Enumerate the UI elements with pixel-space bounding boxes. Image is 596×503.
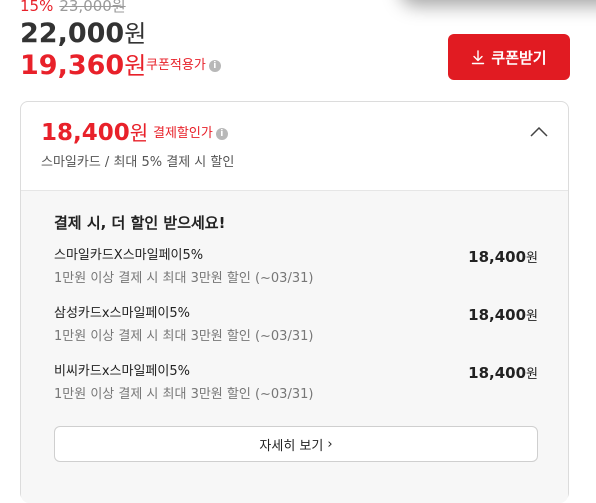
info-icon[interactable]: i [215, 127, 228, 140]
offer-unit: 원 [526, 367, 538, 382]
coupon-price-label: 쿠폰적용가 [146, 58, 206, 73]
discount-row: 15% 23,000원 [20, 0, 126, 16]
payment-discount-card: 18,400원 결제할인가 i 스마일카드 / 최대 5% 결제 시 할인 결제 … [20, 101, 569, 503]
payment-discount-header[interactable]: 18,400원 결제할인가 i 스마일카드 / 최대 5% 결제 시 할인 [21, 102, 568, 190]
coupon-price-label-group: 쿠폰적용가 i [146, 57, 221, 75]
coupon-download-button[interactable]: 쿠폰받기 [448, 34, 570, 80]
coupon-price-amount: 19,360 [20, 50, 125, 81]
payment-discount-subtitle: 스마일카드 / 최대 5% 결제 시 할인 [41, 155, 235, 170]
payment-discount-price: 18,400원 [41, 118, 148, 148]
offer-amount: 18,400 [468, 248, 527, 266]
coupon-price: 19,360원 [20, 49, 146, 83]
see-more-button[interactable]: 자세히 보기 › [54, 426, 538, 462]
payment-discount-amount: 18,400 [41, 120, 130, 146]
offer-amount: 18,400 [468, 364, 527, 382]
chevron-right-icon: › [327, 436, 333, 452]
sale-price: 22,000원 [20, 17, 146, 51]
see-more-label: 자세히 보기 [259, 438, 324, 454]
offer-item: 비씨카드x스마일페이5% 1만원 이상 결제 시 최대 3만원 할인 (~03/… [54, 363, 538, 407]
offer-condition: 1만원 이상 결제 시 최대 3만원 할인 (~03/31) [54, 271, 314, 286]
offer-item: 스마일카드X스마일페이5% 1만원 이상 결제 시 최대 3만원 할인 (~03… [54, 247, 538, 291]
offer-price: 18,400원 [468, 363, 538, 385]
offer-price: 18,400원 [468, 305, 538, 327]
sale-price-amount: 22,000 [20, 18, 125, 49]
offer-unit: 원 [526, 309, 538, 324]
payment-discount-label: 결제할인가 [153, 126, 213, 141]
offer-amount: 18,400 [468, 306, 527, 324]
sale-price-unit: 원 [124, 20, 147, 48]
offer-item: 삼성카드x스마일페이5% 1만원 이상 결제 시 최대 3만원 할인 (~03/… [54, 305, 538, 349]
payment-discount-label-group: 결제할인가 i [153, 125, 228, 143]
details-title: 결제 시, 더 할인 받으세요! [54, 214, 226, 232]
offer-unit: 원 [526, 251, 538, 266]
offer-name: 삼성카드x스마일페이5% [54, 306, 190, 321]
coupon-download-label: 쿠폰받기 [491, 48, 547, 67]
payment-discount-details: 결제 시, 더 할인 받으세요! 스마일카드X스마일페이5% 1만원 이상 결제… [21, 190, 568, 503]
download-icon [472, 49, 485, 64]
chevron-up-icon[interactable] [527, 122, 551, 142]
offer-name: 스마일카드X스마일페이5% [54, 248, 204, 263]
original-price: 23,000원 [59, 0, 126, 15]
payment-discount-unit: 원 [129, 121, 149, 145]
offer-price: 18,400원 [468, 247, 538, 269]
coupon-price-unit: 원 [124, 52, 147, 80]
offer-condition: 1만원 이상 결제 시 최대 3만원 할인 (~03/31) [54, 329, 314, 344]
offer-condition: 1만원 이상 결제 시 최대 3만원 할인 (~03/31) [54, 387, 314, 402]
info-icon[interactable]: i [208, 59, 221, 72]
discount-rate: 15% [20, 0, 54, 15]
offer-name: 비씨카드x스마일페이5% [54, 364, 190, 379]
